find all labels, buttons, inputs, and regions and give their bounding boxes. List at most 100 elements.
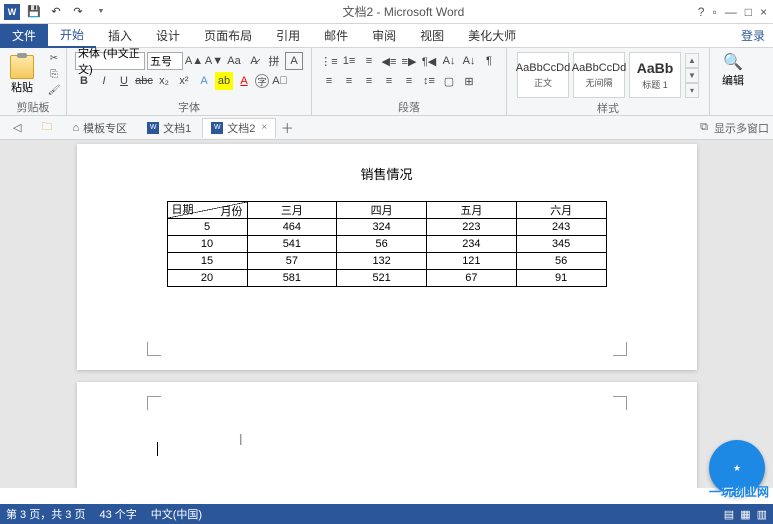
new-tab-button[interactable]: ＋ xyxy=(278,119,296,137)
cell: 67 xyxy=(427,270,517,287)
close-icon[interactable]: × xyxy=(760,5,767,19)
tab-design[interactable]: 设计 xyxy=(144,24,192,48)
cut-icon[interactable]: ✂ xyxy=(46,52,62,66)
ltr-icon[interactable]: ¶◀ xyxy=(420,52,438,70)
cell: 56 xyxy=(337,236,427,253)
style-normal[interactable]: AaBbCcDd 正文 xyxy=(517,52,569,98)
print-layout-icon[interactable]: ▤ xyxy=(724,508,734,521)
word-app-icon: W xyxy=(4,4,20,20)
tab-view[interactable]: 视图 xyxy=(408,24,456,48)
group-clipboard: 粘贴 ✂ ⎘ 🖌 剪贴板 xyxy=(0,48,67,115)
tab-file[interactable]: 文件 xyxy=(0,24,48,48)
subscript-button[interactable]: x₂ xyxy=(155,72,173,90)
col-header: 四月 xyxy=(337,202,427,219)
tab-home[interactable]: 开始 xyxy=(48,24,96,48)
tab-insert[interactable]: 插入 xyxy=(96,24,144,48)
shrink-font-icon[interactable]: A▼ xyxy=(205,52,223,70)
multilevel-icon[interactable]: ≡ xyxy=(360,52,378,70)
minimize-icon[interactable]: — xyxy=(725,5,737,19)
save-icon[interactable]: 💾 xyxy=(26,4,42,20)
tab-beauty[interactable]: 美化大师 xyxy=(456,24,528,48)
align-justify-icon[interactable]: ≡ xyxy=(380,72,398,90)
superscript-button[interactable]: x² xyxy=(175,72,193,90)
margin-corner-icon xyxy=(613,396,627,410)
sort-icon[interactable]: A↓ xyxy=(460,52,478,70)
enclose-char-icon[interactable]: A⃝ xyxy=(271,72,289,90)
font-name-select[interactable]: 宋体 (中文正文) xyxy=(75,52,145,70)
tab-doc1[interactable]: W文档1 xyxy=(138,118,200,138)
text-effects-icon[interactable]: A xyxy=(195,72,213,90)
font-color-icon[interactable]: A xyxy=(235,72,253,90)
italic-button[interactable]: I xyxy=(95,72,113,90)
align-right-icon[interactable]: ≡ xyxy=(360,72,378,90)
redo-icon[interactable]: ↷ xyxy=(70,4,86,20)
tab-layout[interactable]: 页面布局 xyxy=(192,24,264,48)
multi-window-icon[interactable]: ⧉ xyxy=(700,121,708,134)
editing-label: 编辑 xyxy=(722,72,744,88)
format-painter-icon[interactable]: 🖌 xyxy=(46,84,62,98)
shading-icon[interactable]: ▢ xyxy=(440,72,458,90)
underline-button[interactable]: U xyxy=(115,72,133,90)
grow-font-icon[interactable]: A▲ xyxy=(185,52,203,70)
multi-window-label[interactable]: 显示多窗口 xyxy=(714,120,769,136)
copy-icon[interactable]: ⎘ xyxy=(46,68,62,82)
ribbon: 粘贴 ✂ ⎘ 🖌 剪贴板 宋体 (中文正文) 五号 A▲ A▼ Aa A̷ 拼 … xyxy=(0,48,773,116)
rtl-icon[interactable]: A↓ xyxy=(440,52,458,70)
nav-folder-icon[interactable]: 🗀 xyxy=(32,118,61,138)
page-indicator[interactable]: 第 3 页，共 3 页 xyxy=(6,506,85,522)
document-workspace[interactable]: 销售情况 日期 月份 三月 四月 五月 六月 5 464 324 223 243… xyxy=(0,140,773,488)
cell: 541 xyxy=(247,236,337,253)
align-distribute-icon[interactable]: ≡ xyxy=(400,72,418,90)
line-spacing-icon[interactable]: ↕≡ xyxy=(420,72,438,90)
styles-more-icon[interactable]: ▾ xyxy=(685,83,699,98)
increase-indent-icon[interactable]: ≡▶ xyxy=(400,52,418,70)
web-layout-icon[interactable]: ▥ xyxy=(757,508,767,521)
strike-button[interactable]: abc xyxy=(135,72,153,90)
row-label: 20 xyxy=(167,270,247,287)
align-left-icon[interactable]: ≡ xyxy=(320,72,338,90)
show-marks-icon[interactable]: ¶ xyxy=(480,52,498,70)
clear-format-icon[interactable]: A̷ xyxy=(245,52,263,70)
qat-dropdown-icon[interactable]: ▼ xyxy=(93,4,109,20)
tab-doc2[interactable]: W文档2× xyxy=(202,118,276,138)
find-icon[interactable]: 🔍 xyxy=(723,52,743,72)
borders-icon[interactable]: ⊞ xyxy=(460,72,478,90)
decrease-indent-icon[interactable]: ◀≡ xyxy=(380,52,398,70)
bullets-icon[interactable]: ⋮≡ xyxy=(320,52,338,70)
tab-templates[interactable]: ⌂模板专区 xyxy=(63,118,136,138)
styles-down-icon[interactable]: ▼ xyxy=(685,68,699,83)
read-mode-icon[interactable]: ▦ xyxy=(740,508,750,521)
login-link[interactable]: 登录 xyxy=(741,27,773,44)
quick-access-toolbar: W 💾 ↶ ↷ ▼ xyxy=(0,4,109,20)
highlight-icon[interactable]: ab xyxy=(215,72,233,90)
numbering-icon[interactable]: 1≡ xyxy=(340,52,358,70)
tab-review[interactable]: 审阅 xyxy=(360,24,408,48)
word-doc-icon: W xyxy=(211,122,223,134)
cell: 57 xyxy=(247,253,337,270)
undo-icon[interactable]: ↶ xyxy=(48,4,64,20)
ribbon-options-icon[interactable]: ▫ xyxy=(712,5,716,19)
maximize-icon[interactable]: □ xyxy=(745,5,752,19)
status-bar: 第 3 页，共 3 页 43 个字 中文(中国) ▤ ▦ ▥ xyxy=(0,504,773,524)
help-icon[interactable]: ? xyxy=(698,5,705,19)
table-row: 15 57 132 121 56 xyxy=(167,253,606,270)
char-border-icon[interactable]: A xyxy=(285,52,303,70)
style-name: 标题 1 xyxy=(642,78,668,91)
change-case-icon[interactable]: Aa xyxy=(225,52,243,70)
align-center-icon[interactable]: ≡ xyxy=(340,72,358,90)
font-size-select[interactable]: 五号 xyxy=(147,52,183,70)
bold-button[interactable]: B xyxy=(75,72,93,90)
close-tab-icon[interactable]: × xyxy=(261,122,267,133)
tab-mail[interactable]: 邮件 xyxy=(312,24,360,48)
styles-up-icon[interactable]: ▲ xyxy=(685,53,699,68)
tab-references[interactable]: 引用 xyxy=(264,24,312,48)
style-heading1[interactable]: AaBb 标题 1 xyxy=(629,52,681,98)
language-indicator[interactable]: 中文(中国) xyxy=(151,506,202,522)
phonetic-icon[interactable]: 拼 xyxy=(265,52,283,70)
char-shading-icon[interactable]: 字 xyxy=(255,74,269,88)
style-no-spacing[interactable]: AaBbCcDd 无间隔 xyxy=(573,52,625,98)
nav-back-icon[interactable]: ◁ xyxy=(4,118,30,138)
col-header: 三月 xyxy=(247,202,337,219)
paste-button[interactable]: 粘贴 xyxy=(4,53,40,97)
word-count[interactable]: 43 个字 xyxy=(99,506,136,522)
